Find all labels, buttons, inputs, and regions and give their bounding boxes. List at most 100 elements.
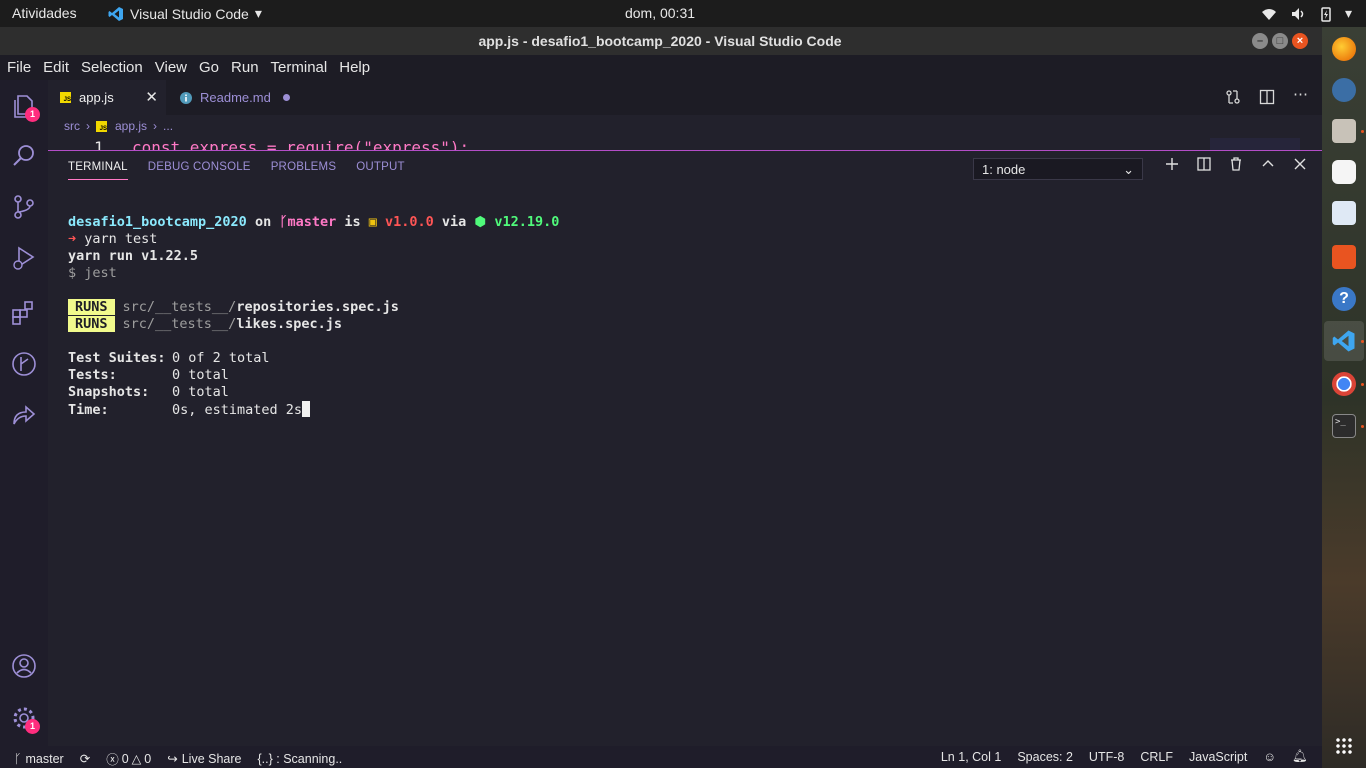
battery-icon <box>1321 6 1331 22</box>
menu-view[interactable]: View <box>155 55 193 80</box>
chevron-down-icon: ⌄ <box>1123 162 1134 177</box>
menu-bar: File Edit Selection View Go Run Terminal… <box>0 55 1322 80</box>
terminal-time-line: Time: 0s, estimated 2s <box>68 401 559 419</box>
editor-tabs: JS app.js ✕ Readme.md ⋯ <box>48 80 1322 115</box>
terminal-snapshots-line: Snapshots: 0 total <box>68 384 229 400</box>
terminal-command-line: ➜ yarn test <box>68 231 158 247</box>
tab-debug-console[interactable]: DEBUG CONSOLE <box>148 161 251 180</box>
writer-icon[interactable] <box>1332 201 1356 225</box>
code-line[interactable]: const express = require("express"); <box>132 138 469 150</box>
account-icon <box>12 654 36 678</box>
terminal-run-line: RUNS src/__tests__/likes.spec.js <box>68 316 559 333</box>
end-of-line[interactable]: CRLF <box>1140 750 1173 764</box>
unsaved-dot-icon <box>282 94 290 101</box>
menu-run[interactable]: Run <box>231 55 265 80</box>
menu-terminal[interactable]: Terminal <box>271 55 334 80</box>
breadcrumb-folder[interactable]: src <box>64 119 80 133</box>
close-window-button[interactable]: × <box>1292 33 1308 49</box>
maximize-panel-button[interactable] <box>1252 157 1284 176</box>
branch-status[interactable]: ᚴ master <box>14 752 64 766</box>
split-icon <box>1197 157 1211 171</box>
tab-readme-md[interactable]: Readme.md <box>166 80 296 115</box>
clock[interactable]: dom, 00:31 <box>0 5 1320 21</box>
search-button[interactable] <box>10 142 38 170</box>
wifi-icon <box>1261 8 1276 20</box>
explorer-button[interactable]: 1 <box>10 92 40 122</box>
cursor-position[interactable]: Ln 1, Col 1 <box>941 750 1001 764</box>
accounts-button[interactable] <box>10 652 38 680</box>
vscode-dock-icon[interactable] <box>1332 329 1356 353</box>
menu-go[interactable]: Go <box>199 55 225 80</box>
menu-edit[interactable]: Edit <box>43 55 75 80</box>
code-editor[interactable]: 1 const express = require("express"); <box>48 138 1322 150</box>
error-icon: ⓧ <box>106 753 119 767</box>
explorer-badge: 1 <box>25 107 40 122</box>
minimize-button[interactable]: – <box>1252 33 1268 49</box>
tab-label: Readme.md <box>200 90 271 105</box>
new-terminal-button[interactable] <box>1156 157 1188 176</box>
menu-help[interactable]: Help <box>339 55 376 80</box>
thunderbird-icon[interactable] <box>1332 78 1356 102</box>
window-title: app.js - desafio1_bootcamp_2020 - Visual… <box>478 33 842 49</box>
chrome-icon[interactable] <box>1332 372 1356 396</box>
terminal-select-value: 1: node <box>982 162 1026 177</box>
software-center-icon[interactable] <box>1332 245 1356 269</box>
manage-button[interactable]: 1 <box>10 704 40 734</box>
close-icon[interactable]: ✕ <box>145 88 158 106</box>
system-tray[interactable]: ▾ <box>1261 5 1352 22</box>
activity-bar: 1 1 <box>0 80 48 746</box>
warning-icon: △ <box>131 752 142 766</box>
help-icon[interactable]: ? <box>1332 287 1356 311</box>
js-file-icon: JS <box>60 92 71 103</box>
maximize-button[interactable]: □ <box>1272 33 1288 49</box>
feedback-icon[interactable]: ☺ <box>1263 750 1276 764</box>
breadcrumb-file[interactable]: app.js <box>115 119 147 133</box>
menu-selection[interactable]: Selection <box>81 55 149 80</box>
files-app-icon[interactable] <box>1332 119 1356 143</box>
tab-terminal[interactable]: TERMINAL <box>68 161 128 180</box>
tab-problems[interactable]: PROBLEMS <box>271 161 337 180</box>
encoding[interactable]: UTF-8 <box>1089 750 1124 764</box>
run-debug-icon <box>13 246 35 270</box>
arrow-right-icon: ➜ <box>68 231 85 247</box>
close-panel-button[interactable] <box>1284 157 1316 176</box>
menu-file[interactable]: File <box>7 55 37 80</box>
live-share-button[interactable] <box>10 402 38 430</box>
terminal-jest-line: $ jest <box>68 265 117 281</box>
js-file-icon: JS <box>96 120 107 132</box>
source-control-button[interactable] <box>10 193 38 221</box>
status-bar: ᚴ master ⟳ ⓧ 0 △ 0 ↪ Live Share {..} : S… <box>0 746 1322 768</box>
indentation[interactable]: Spaces: 2 <box>1017 750 1073 764</box>
show-applications-icon[interactable] <box>1335 737 1353 755</box>
problems-status[interactable]: ⓧ 0 △ 0 <box>106 749 151 768</box>
sync-icon[interactable]: ⟳ <box>80 751 90 766</box>
minimap[interactable] <box>1210 138 1300 150</box>
language-mode[interactable]: JavaScript <box>1189 750 1247 764</box>
live-share-icon <box>13 405 36 425</box>
git-graph-button[interactable] <box>10 350 38 378</box>
rhythmbox-icon[interactable] <box>1332 160 1356 184</box>
tab-label: app.js <box>79 90 114 105</box>
live-share-status[interactable]: ↪ Live Share <box>167 751 241 767</box>
extensions-button[interactable] <box>10 298 38 326</box>
editor-area: JS app.js ✕ Readme.md ⋯ src › JS app.js … <box>48 80 1322 746</box>
firefox-icon[interactable] <box>1332 37 1356 61</box>
kill-terminal-button[interactable] <box>1220 157 1252 176</box>
search-icon <box>13 145 34 166</box>
breadcrumb-more[interactable]: ... <box>163 119 173 133</box>
bottom-panel: TERMINAL DEBUG CONSOLE PROBLEMS OUTPUT 1… <box>48 151 1322 746</box>
git-graph-icon <box>12 352 36 376</box>
terminal-select[interactable]: 1: node ⌄ <box>973 158 1143 180</box>
compare-changes-icon[interactable] <box>1225 89 1241 105</box>
tab-app-js[interactable]: JS app.js ✕ <box>48 80 166 115</box>
tab-output[interactable]: OUTPUT <box>356 161 404 180</box>
scanning-status[interactable]: {..} : Scanning.. <box>258 752 343 766</box>
bell-icon[interactable]: 🔔︎ <box>1292 749 1308 764</box>
terminal-output[interactable]: desafio1_bootcamp_2020 on ᚴmaster is ▣ v… <box>68 214 559 419</box>
split-editor-icon[interactable] <box>1259 89 1275 105</box>
more-actions-icon[interactable]: ⋯ <box>1293 87 1308 105</box>
plus-icon <box>1166 158 1178 170</box>
run-debug-button[interactable] <box>10 244 38 272</box>
terminal-app-icon[interactable]: >_ <box>1332 414 1356 438</box>
split-terminal-button[interactable] <box>1188 157 1220 176</box>
